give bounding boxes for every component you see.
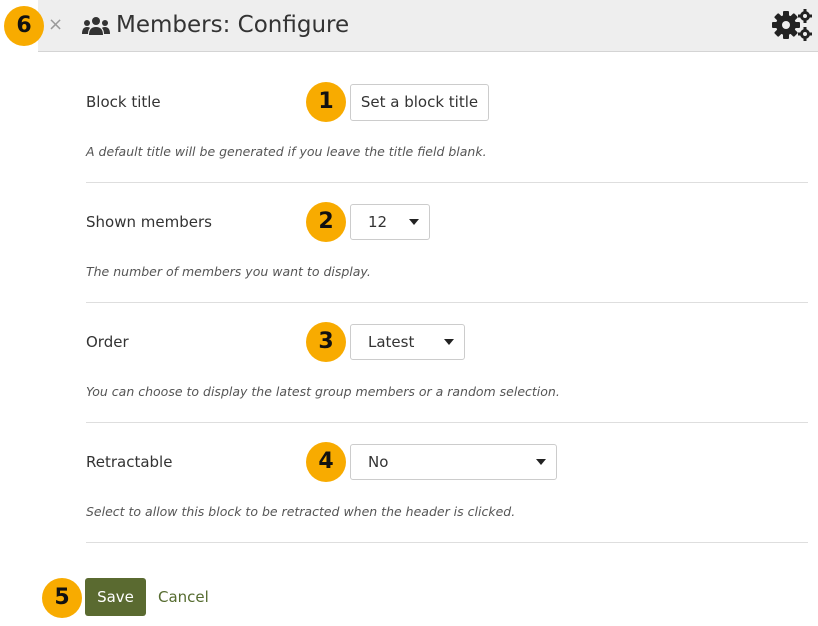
order-value: Latest <box>368 333 415 351</box>
order-select[interactable]: Latest <box>350 324 465 360</box>
save-button[interactable]: Save <box>85 578 146 616</box>
shown-members-select[interactable]: 12 <box>350 204 430 240</box>
callout-badge-5: 5 <box>42 578 82 618</box>
callout-badge-2: 2 <box>306 202 346 242</box>
retractable-select[interactable]: No <box>350 444 557 480</box>
caret-down-icon <box>409 219 419 225</box>
order-label: Order <box>86 333 129 351</box>
divider <box>86 422 808 423</box>
cogs-icon[interactable] <box>770 7 814 43</box>
divider <box>86 302 808 303</box>
retractable-description: Select to allow this block to be retract… <box>86 504 516 519</box>
callout-badge-3: 3 <box>306 322 346 362</box>
divider <box>86 182 808 183</box>
divider <box>86 542 808 543</box>
caret-down-icon <box>536 459 546 465</box>
users-icon <box>82 17 110 35</box>
callout-badge-4: 4 <box>306 442 346 482</box>
caret-down-icon <box>444 339 454 345</box>
close-icon[interactable]: × <box>48 14 63 36</box>
set-block-title-button[interactable]: Set a block title <box>350 84 489 121</box>
block-title-description: A default title will be generated if you… <box>86 144 487 159</box>
retractable-label: Retractable <box>86 453 173 471</box>
shown-members-description: The number of members you want to displa… <box>86 264 371 279</box>
order-description: You can choose to display the latest gro… <box>86 384 560 399</box>
cancel-link[interactable]: Cancel <box>158 578 209 616</box>
block-title-label: Block title <box>86 93 161 111</box>
callout-badge-6: 6 <box>4 6 44 46</box>
shown-members-label: Shown members <box>86 213 212 231</box>
page-title: Members: Configure <box>116 12 350 38</box>
callout-badge-1: 1 <box>306 82 346 122</box>
retractable-value: No <box>368 453 389 471</box>
shown-members-value: 12 <box>368 213 388 231</box>
